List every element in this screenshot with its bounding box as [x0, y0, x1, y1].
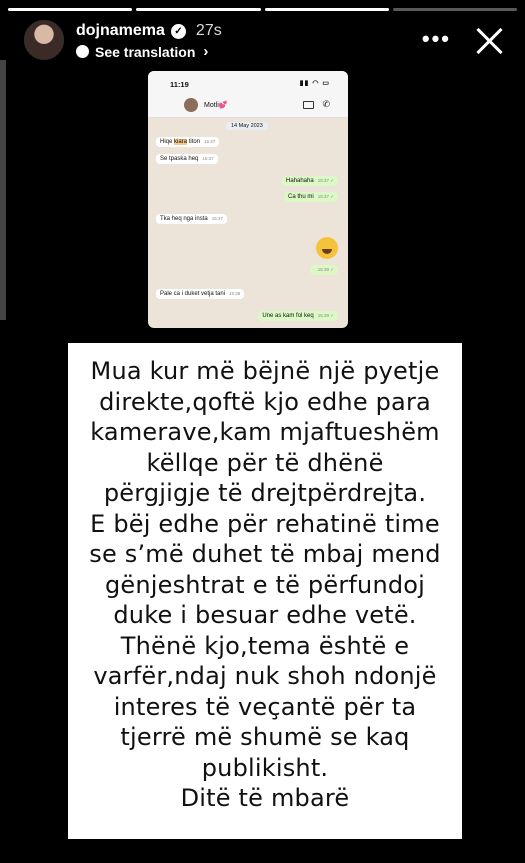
progress-segment [264, 8, 389, 11]
avatar[interactable] [24, 20, 64, 60]
message-text: Se tpaska heq [160, 156, 199, 162]
text-line: gënjeshtrat e të përfundoj [104, 570, 426, 599]
text-line: direkte,qoftë kjo edhe para [99, 387, 431, 416]
chevron-right-icon: › [203, 43, 209, 60]
close-icon[interactable] [475, 26, 505, 56]
contact-avatar [184, 98, 198, 112]
progress-segment [136, 8, 261, 11]
text-line: përgjigje të drejtpërdrejta. [103, 479, 427, 507]
chat-message: Ca thu mi 15:37 ✓ [284, 192, 338, 202]
chat-message: Hahahaha 15:37 ✓ [282, 176, 338, 186]
chat-date: 14 May 2023 [226, 122, 268, 130]
signal-wifi-battery-icon: ▮▮ ◠ ▭ [299, 80, 330, 87]
phone-status-bar: 11:19 ▮▮ ◠ ▭ [148, 71, 348, 95]
chat-message: Hiqe kiara titon 15:37 [156, 137, 220, 147]
message-time: 15:37 [204, 139, 216, 144]
message-time: 15:37 ✓ [317, 194, 334, 199]
time-ago: 27s [195, 22, 222, 39]
text-line: Ditë të mbarë [180, 784, 350, 812]
message-text: Tka heq nga insta [160, 216, 208, 222]
message-time: 15:37 ✓ [317, 178, 334, 183]
video-call-icon [303, 101, 314, 109]
story-text-card: Mua kur më bëjnë një pyetje direkte,qoft… [68, 343, 462, 839]
text-line: Thënë kjo,tema është e [120, 631, 410, 660]
message-time: 15:38 [229, 291, 241, 296]
see-translation-button[interactable]: See translation › [76, 43, 208, 60]
text-line: se s’më duhet të mbaj mend [89, 540, 441, 568]
chat-message: Pale ca i duket vetja tani 15:38 [156, 289, 245, 299]
story-text: Mua kur më bëjnë një pyetje direkte,qoft… [84, 356, 446, 814]
message-text: Une as kam fol keq [262, 313, 314, 319]
progress-segment [392, 8, 517, 11]
laughing-emoji-icon [316, 237, 338, 259]
text-line: duke i besuar edhe vetë. [113, 601, 417, 629]
text-line: publikisht. [201, 753, 329, 782]
text-line: Mua kur më bëjnë një pyetje [90, 357, 440, 385]
text-line: varfër,ndaj nuk shoh ndonjë [93, 662, 437, 690]
text-line: kamerave,kam mjaftueshëm [90, 418, 440, 446]
verified-badge-icon: ✓ [170, 23, 186, 39]
chat-message: 15:38 ✓ [309, 265, 338, 275]
phone-call-icon: ✆ [322, 99, 330, 109]
message-highlight: kiara [174, 139, 188, 145]
text-line: E bëj edhe për rehatinë time [90, 509, 440, 538]
previous-story-edge [0, 60, 6, 320]
chat-screenshot-image: 11:19 ▮▮ ◠ ▭ Motli💕 ✆ 14 May 2023 Hiqe k… [148, 71, 348, 328]
status-time: 11:19 [170, 80, 189, 89]
chat-message: Se tpaska heq 15:37 [156, 154, 218, 164]
more-options-button[interactable]: ••• [422, 26, 451, 52]
message-text-post: titon [187, 139, 201, 145]
chat-message: Tka heq nga insta 15:37 [156, 214, 227, 224]
message-time: 15:37 [211, 216, 223, 221]
text-line: tjerrë më shumë se kaq [120, 723, 410, 751]
globe-icon [76, 45, 89, 58]
story-progress-bar [8, 8, 517, 11]
message-time: 15:38 ✓ [317, 267, 334, 272]
chat-message: Une as kam fol keq 15:38 ✓ [258, 311, 338, 321]
message-time: 15:37 [202, 156, 214, 161]
message-text: Hahahaha [286, 178, 314, 184]
story-header: dojnamema ✓ 27s See translation › ••• [22, 18, 511, 66]
contact-name: Motli💕 [204, 102, 228, 109]
message-text-pre: Hiqe [160, 139, 175, 145]
see-translation-label: See translation [95, 43, 196, 60]
username[interactable]: dojnamema [76, 22, 165, 40]
progress-segment [8, 8, 133, 11]
text-line: këllqe për të dhënë [146, 448, 384, 477]
chat-header: Motli💕 ✆ [148, 95, 348, 118]
message-text: Pale ca i duket vetja tani [160, 291, 226, 297]
text-line: interes të veçantë për ta [113, 692, 417, 721]
username-row: dojnamema ✓ 27s [76, 22, 222, 40]
message-text: Ca thu mi [288, 194, 314, 200]
message-time: 15:38 ✓ [317, 313, 334, 318]
